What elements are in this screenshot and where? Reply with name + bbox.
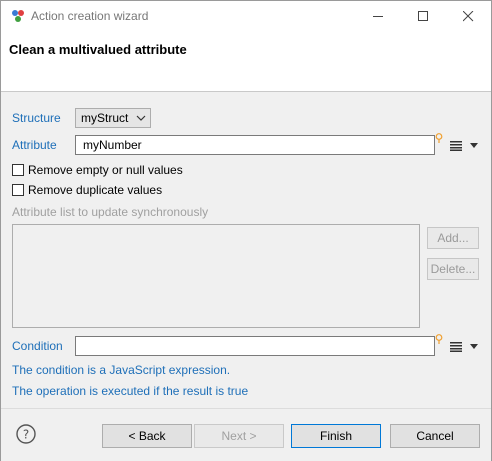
- lightbulb-icon: [435, 133, 443, 143]
- condition-field[interactable]: [75, 336, 435, 356]
- page-title: Clean a multivalued attribute: [9, 42, 187, 57]
- app-icon: [12, 10, 24, 22]
- close-icon: [463, 10, 474, 21]
- add-button[interactable]: Add...: [427, 227, 479, 249]
- structure-combo-value: myStruct: [81, 111, 129, 125]
- dropdown-arrow-icon[interactable]: [470, 143, 478, 149]
- structure-combo[interactable]: myStruct: [75, 108, 151, 128]
- delete-button[interactable]: Delete...: [427, 258, 479, 280]
- list-icon[interactable]: [450, 141, 462, 151]
- sync-list-label: Attribute list to update synchronously: [12, 205, 209, 219]
- wizard-header: Clean a multivalued attribute: [1, 31, 491, 92]
- help-icon[interactable]: ?: [16, 424, 36, 444]
- window-title: Action creation wizard: [31, 9, 149, 23]
- attribute-field-value: myNumber: [83, 138, 142, 152]
- minimize-button[interactable]: [356, 1, 401, 31]
- wizard-footer: ? < Back Next > Finish Cancel: [1, 408, 491, 461]
- finish-button[interactable]: Finish: [291, 424, 381, 448]
- minimize-icon: [373, 15, 383, 17]
- maximize-icon: [418, 10, 428, 21]
- sync-attribute-list[interactable]: [12, 224, 420, 328]
- cancel-button[interactable]: Cancel: [390, 424, 480, 448]
- attribute-field[interactable]: myNumber: [75, 135, 435, 155]
- wizard-window: Action creation wizard Clean a multivalu…: [0, 0, 492, 461]
- list-icon[interactable]: [450, 342, 462, 352]
- structure-label: Structure: [12, 111, 61, 125]
- remove-empty-checkbox[interactable]: [12, 164, 24, 176]
- remove-empty-label: Remove empty or null values: [28, 163, 183, 177]
- lightbulb-icon: [435, 334, 443, 344]
- wizard-body: Structure myStruct Attribute myNumber Re…: [1, 92, 491, 408]
- condition-label: Condition: [12, 339, 63, 353]
- condition-info-line2: The operation is executed if the result …: [12, 384, 249, 398]
- condition-info-line1: The condition is a JavaScript expression…: [12, 363, 231, 377]
- attribute-label: Attribute: [12, 138, 57, 152]
- maximize-button[interactable]: [401, 1, 446, 31]
- remove-duplicates-label: Remove duplicate values: [28, 183, 163, 197]
- title-bar: Action creation wizard: [1, 1, 491, 31]
- chevron-down-icon: [136, 115, 146, 121]
- svg-text:?: ?: [23, 428, 29, 442]
- remove-duplicates-checkbox[interactable]: [12, 184, 24, 196]
- close-button[interactable]: [446, 1, 491, 31]
- next-button[interactable]: Next >: [194, 424, 284, 448]
- dropdown-arrow-icon[interactable]: [470, 344, 478, 350]
- back-button[interactable]: < Back: [102, 424, 192, 448]
